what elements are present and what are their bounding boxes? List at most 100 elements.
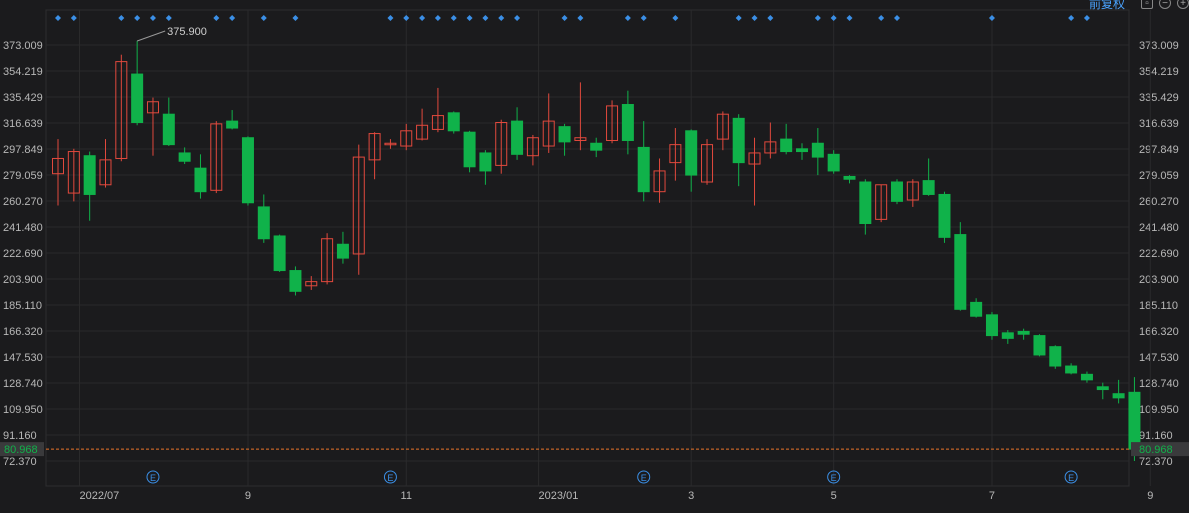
x-tick-label: 3 [688,490,694,502]
x-tick-label: 9 [245,490,251,502]
minimize-icon[interactable]: − [1159,0,1171,9]
event-dot [846,15,853,21]
event-dot [751,15,758,21]
event-marker-label: E [641,473,647,483]
y-tick-label-right: 260.270 [1139,196,1179,208]
y-tick-label-right: 241.480 [1139,222,1179,234]
candle-body [1033,335,1046,356]
price-adjust-selector[interactable]: 前复权 [1089,0,1125,12]
event-dot [1083,15,1090,21]
candle-body [637,146,650,193]
chart-canvas: 373.009 373.009 354.219 354.219 335.429 335.4… [0,9,1189,502]
event-dot [735,15,742,21]
candle-body [336,243,349,259]
y-tick-label-right: 335.429 [1139,92,1179,104]
candle-body [985,314,998,337]
y-tick-label-left: 279.059 [3,170,43,182]
candle-body [922,180,935,195]
candle-body [273,235,286,272]
event-dot [640,15,647,21]
y-tick-label-left: 316.639 [3,118,43,130]
y-tick-label-left: 335.429 [3,92,43,104]
plot-frame [45,9,1130,487]
candle-body [241,137,254,204]
event-dot [292,15,299,21]
candle-body [1049,346,1062,367]
candle-body [796,148,809,153]
y-tick-label-left: 260.270 [3,196,43,208]
y-tick-label-left: 72.370 [3,456,37,468]
event-dot [229,15,236,21]
candle-body [811,142,824,158]
candle-body [1001,332,1014,339]
event-dot [387,15,394,21]
y-tick-label-right: 166.320 [1139,326,1179,338]
current-price-label-right: 80.968 [1139,444,1173,456]
event-dot [260,15,267,21]
candle-body [194,167,207,193]
current-price-label-left: 80.968 [4,444,38,456]
event-marker-label: E [387,473,393,483]
chart-toolbar: 前复权 ▫ − + [1089,0,1189,12]
event-dot [514,15,521,21]
candle-body [83,155,96,195]
x-tick-label: 11 [401,490,412,502]
event-dot [988,15,995,21]
event-dot [561,15,568,21]
candle-body [511,120,524,155]
y-tick-label-right: 373.009 [1139,40,1179,52]
candle-body [938,193,951,238]
y-tick-label-left: 203.900 [3,274,43,286]
event-marker-label: E [831,473,837,483]
x-tick-label: 7 [989,490,995,502]
event-dot [70,15,77,21]
candle-body [1080,373,1093,381]
x-tick-label: 2023/01 [539,490,579,502]
event-dot [434,15,441,21]
y-tick-label-right: 147.530 [1139,352,1179,364]
y-tick-label-left: 222.690 [3,248,43,260]
y-tick-label-left: 166.320 [3,326,43,338]
candle-body [558,126,571,143]
y-tick-label-left: 109.950 [3,404,43,416]
y-tick-label-right: 203.900 [1139,274,1179,286]
event-marker-label: E [1068,473,1074,483]
candle-body [1065,365,1078,374]
x-tick-label: 2022/07 [79,490,119,502]
y-tick-label-right: 91.160 [1139,430,1173,442]
candle-body [827,153,840,172]
candle-body [843,175,856,180]
event-dot [419,15,426,21]
candle-body [954,234,967,310]
candle-body [447,112,460,132]
event-dot [134,15,141,21]
y-tick-label-right: 185.110 [1139,300,1178,312]
candle-body [1017,330,1030,335]
candlestick-chart[interactable]: 373.009 373.009 354.219 354.219 335.429 335.4… [0,0,1189,508]
event-dot [55,15,61,21]
y-tick-label-right: 128.740 [1139,378,1179,390]
x-tick-label: 9 [1147,490,1153,502]
max-annotation-label: 375.900 [167,26,207,38]
candle-body [970,301,983,317]
x-tick-label: 5 [831,490,837,502]
candle-body [859,181,872,225]
event-dot [893,15,900,21]
y-tick-label-left: 297.849 [3,144,43,156]
event-dot [450,15,457,21]
candle-body [131,73,144,124]
candle-body [890,181,903,202]
candle-body [289,270,302,292]
y-tick-label-left: 373.009 [3,40,43,52]
event-dot [482,15,489,21]
add-icon[interactable]: + [1177,0,1189,9]
event-dot [149,15,156,21]
y-tick-label-right: 279.059 [1139,170,1179,182]
event-dot [165,15,172,21]
event-dot [767,15,774,21]
candle-body [732,117,745,164]
max-annotation-leader [136,30,166,42]
event-dot [498,15,505,21]
event-marker-label: E [150,473,156,483]
restore-icon[interactable]: ▫ [1141,0,1153,9]
